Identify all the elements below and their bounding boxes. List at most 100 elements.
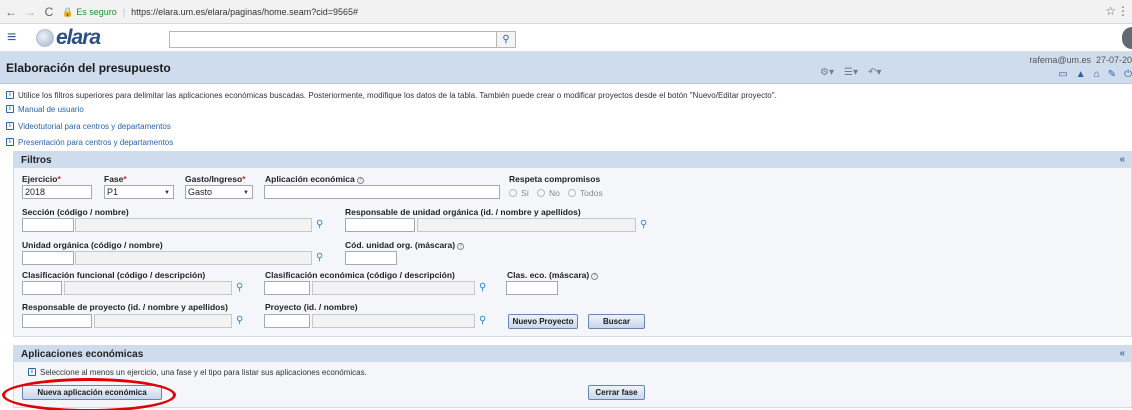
gasto-ingreso-select[interactable]: Gasto <box>185 185 253 199</box>
cod-unidad-mascara-input[interactable] <box>345 251 397 265</box>
respeta-compromisos-radios: Sí No Todos <box>509 188 603 198</box>
avatar[interactable] <box>1122 27 1132 49</box>
clas-eco-mascara-input[interactable] <box>506 281 558 295</box>
title-bar: Elaboración del presupuesto ⚙▾ ☰▾ ↶▾ raf… <box>0 52 1132 84</box>
global-search-input[interactable] <box>169 31 497 48</box>
session-date: 27-07-20 <box>1095 55 1132 65</box>
clas-economica-label: Clasificación económica (código / descri… <box>265 270 455 280</box>
link-presentacion[interactable]: Presentación para centros y departamento… <box>18 138 173 147</box>
info-icon: i <box>6 138 14 146</box>
info-instructions: i Utilice los filtros superiores para de… <box>6 88 777 102</box>
power-icon[interactable]: ⏻ <box>1124 69 1132 80</box>
collapse-icon[interactable]: « <box>1119 154 1125 165</box>
responsable-unidad-id-input[interactable] <box>345 218 415 232</box>
info-icon: i <box>28 368 36 376</box>
chat-icon[interactable]: ▭ <box>1058 69 1067 80</box>
nuevo-proyecto-button[interactable]: Nuevo Proyecto <box>508 314 578 329</box>
alert-icon[interactable]: ▲ <box>1076 69 1086 80</box>
filtros-header: Filtros « <box>14 152 1131 168</box>
app-header: ≡ elara ⚲ <box>0 24 1132 52</box>
proyecto-label: Proyecto (id. / nombre) <box>265 302 358 312</box>
info-link-video: i Videotutorial para centros y departame… <box>6 119 171 133</box>
search-icon[interactable]: ⚲ <box>479 315 489 327</box>
ejercicio-label: Ejercicio* <box>22 174 61 184</box>
info-link-presentacion: i Presentación para centros y departamen… <box>6 135 173 149</box>
radio-no-label: No <box>549 188 560 198</box>
link-manual[interactable]: Manual de usuario <box>18 105 84 114</box>
menu-kebab-icon[interactable]: ⋮ <box>1117 4 1129 18</box>
elara-logo[interactable]: elara <box>36 26 101 49</box>
search-icon[interactable]: ⚲ <box>316 219 326 231</box>
link-videotutorial[interactable]: Videotutorial para centros y departament… <box>18 122 171 131</box>
address-bar[interactable]: 🔒 Es seguro | https://elara.um.es/elara/… <box>62 3 1102 21</box>
forward-icon[interactable]: → <box>22 4 38 20</box>
filtros-title: Filtros <box>21 154 52 166</box>
collapse-icon[interactable]: « <box>1119 348 1125 359</box>
aplicacion-input[interactable] <box>264 185 500 199</box>
responsable-unidad-name-field <box>417 218 636 232</box>
unidad-name-field <box>75 251 312 265</box>
gasto-ingreso-label: Gasto/Ingreso* <box>185 174 246 184</box>
radio-todos[interactable] <box>567 189 576 197</box>
responsable-unidad-label: Responsable de unidad orgánica (id. / no… <box>345 207 581 217</box>
aplicacion-label: Aplicación económica? <box>265 174 364 184</box>
help-icon: ? <box>356 177 364 184</box>
search-icon[interactable]: ⚲ <box>640 219 650 231</box>
edit-icon[interactable]: ✎ <box>1108 69 1116 80</box>
clas-eco-mascara-label: Clas. eco. (máscara)? <box>507 270 599 280</box>
hamburger-menu-icon[interactable]: ≡ <box>7 29 29 47</box>
browser-toolbar: ← → C 🔒 Es seguro | https://elara.um.es/… <box>0 0 1132 24</box>
responsable-proyecto-id-input[interactable] <box>22 314 92 328</box>
responsable-proyecto-name-field <box>94 314 232 328</box>
info-icon: i <box>6 105 14 113</box>
unidad-code-input[interactable] <box>22 251 74 265</box>
highlight-annotation <box>2 378 176 410</box>
radio-si[interactable] <box>509 189 517 197</box>
user-info: rafema@um.es 27-07-20 <box>1024 55 1132 65</box>
url-separator: | <box>122 7 126 17</box>
clas-economica-code-input[interactable] <box>264 281 310 295</box>
seccion-code-input[interactable] <box>22 218 74 232</box>
aplicaciones-header: Aplicaciones económicas « <box>14 346 1131 362</box>
search-icon[interactable]: ⚲ <box>236 315 246 327</box>
aplicaciones-message-text: Seleccione al menos un ejercicio, una fa… <box>40 367 367 377</box>
gear-icon[interactable]: ⚙▾ <box>820 67 834 78</box>
clas-funcional-desc-field <box>64 281 232 295</box>
fase-select[interactable]: P1 <box>104 185 174 199</box>
cerrar-fase-button[interactable]: Cerrar fase <box>588 385 645 400</box>
instructions-text: Utilice los filtros superiores para deli… <box>18 90 777 100</box>
ejercicio-field[interactable]: 2018 <box>22 185 92 199</box>
inbox-icon[interactable]: ⌂ <box>1094 69 1100 80</box>
aplicaciones-message: i Seleccione al menos un ejercicio, una … <box>28 365 367 379</box>
clas-economica-desc-field <box>312 281 475 295</box>
proyecto-name-field <box>312 314 475 328</box>
list-menu-icon[interactable]: ☰▾ <box>844 67 858 78</box>
info-icon: i <box>6 122 14 130</box>
buscar-button[interactable]: Buscar <box>588 314 645 329</box>
star-icon[interactable]: ☆ <box>1105 4 1116 18</box>
secure-label: Es seguro <box>76 7 117 17</box>
undo-icon[interactable]: ↶▾ <box>868 67 881 78</box>
aplicaciones-title: Aplicaciones económicas <box>21 348 144 360</box>
radio-si-label: Sí <box>521 188 530 198</box>
radio-no[interactable] <box>537 189 546 197</box>
search-icon[interactable]: ⚲ <box>236 282 246 294</box>
reload-icon[interactable]: C <box>41 4 57 20</box>
clas-funcional-code-input[interactable] <box>22 281 62 295</box>
logo-text: elara <box>56 26 101 49</box>
radio-todos-label: Todos <box>579 188 603 198</box>
user-email: rafema@um.es <box>1029 55 1091 65</box>
back-icon[interactable]: ← <box>3 4 19 20</box>
proyecto-id-input[interactable] <box>264 314 310 328</box>
search-icon[interactable]: ⚲ <box>497 31 516 48</box>
toolbar-icons: ⚙▾ ☰▾ ↶▾ <box>820 67 881 78</box>
header-right-icons: ▭ ▲ ⌂ ✎ ⏻ <box>1058 69 1132 80</box>
fase-label: Fase* <box>104 174 127 184</box>
clas-funcional-label: Clasificación funcional (código / descri… <box>22 270 206 280</box>
logo-orb <box>36 29 54 47</box>
search-icon[interactable]: ⚲ <box>479 282 489 294</box>
search-icon[interactable]: ⚲ <box>316 252 326 264</box>
help-icon: ? <box>591 273 599 280</box>
responsable-proyecto-label: Responsable de proyecto (id. / nombre y … <box>22 302 228 312</box>
info-icon: i <box>6 91 14 99</box>
